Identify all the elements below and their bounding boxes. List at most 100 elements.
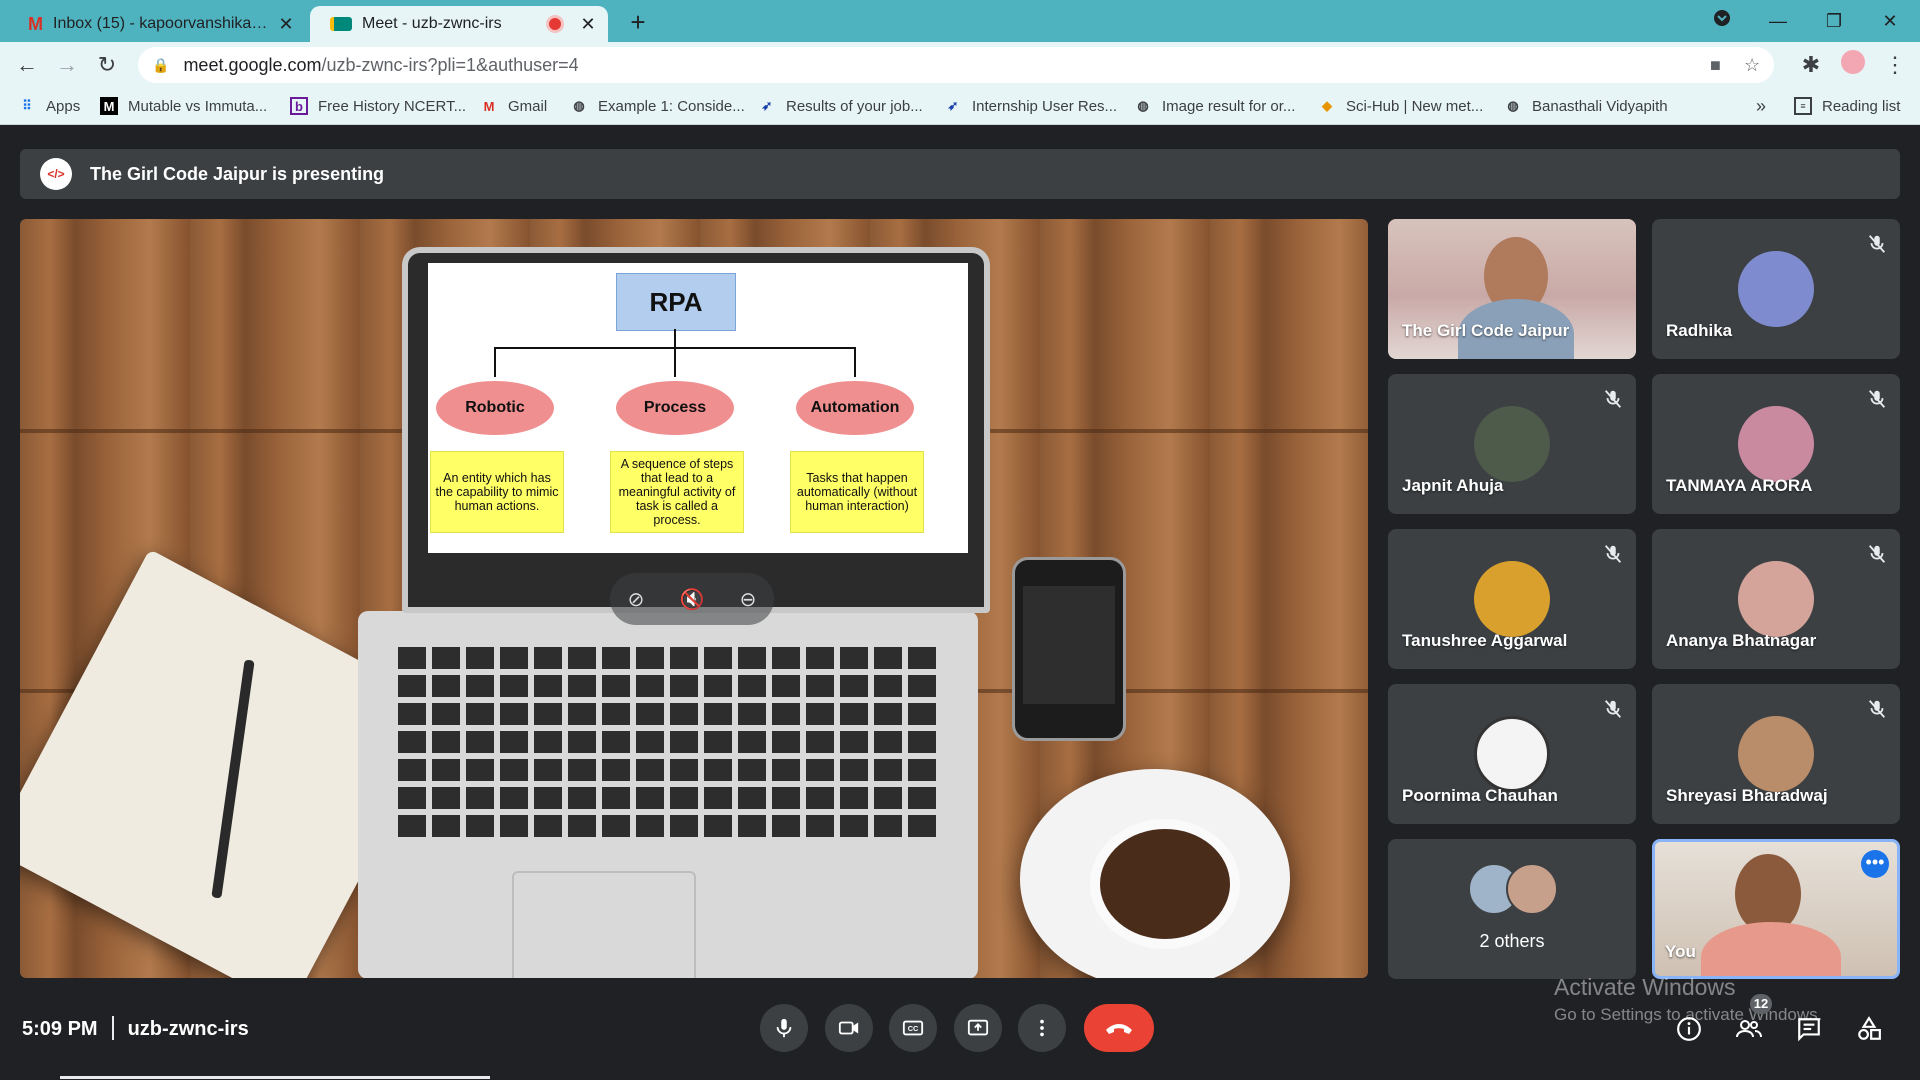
- self-view-tile[interactable]: ••• You: [1652, 839, 1900, 979]
- bookmark-item[interactable]: ◍ Image result for or...: [1134, 88, 1295, 124]
- browser-menu-icon[interactable]: ⋮: [1880, 50, 1910, 80]
- new-tab-button[interactable]: +: [622, 6, 654, 38]
- bookmark-b-icon: b: [290, 97, 308, 115]
- tab-search-icon[interactable]: [1702, 6, 1742, 36]
- svg-text:CC: CC: [908, 1024, 919, 1033]
- self-options-icon[interactable]: •••: [1861, 850, 1889, 878]
- presentation-overlay-controls: ⊘ 🔇 ⊖: [610, 573, 774, 625]
- close-tab-icon[interactable]: ✕: [276, 14, 296, 35]
- profile-avatar[interactable]: [1838, 50, 1868, 80]
- globe-icon: ◍: [573, 98, 585, 113]
- rpa-slide: RPA Robotic Process Automation An entity…: [428, 263, 968, 553]
- close-window-icon[interactable]: ✕: [1870, 6, 1910, 36]
- phone-image: [1012, 557, 1126, 741]
- bookmark-item[interactable]: ➶ Internship User Res...: [944, 88, 1118, 124]
- camera-icon: [838, 1021, 859, 1035]
- present-icon: [967, 1019, 989, 1036]
- bookmarks-overflow-button[interactable]: »: [1756, 88, 1766, 124]
- bookmark-label: Results of your job...: [786, 97, 923, 115]
- participant-name: Poornima Chauhan: [1402, 786, 1558, 805]
- people-icon: [1736, 1020, 1762, 1038]
- mic-off-icon: [1868, 390, 1886, 408]
- bookmark-item[interactable]: ◍ Banasthali Vidyapith: [1504, 88, 1667, 124]
- people-button[interactable]: [1734, 1014, 1764, 1044]
- avatar: [1738, 716, 1814, 792]
- avatar: [1738, 561, 1814, 637]
- camera-in-use-icon[interactable]: ■: [1710, 55, 1721, 76]
- bookmark-label: Example 1: Conside...: [598, 97, 745, 115]
- address-bar[interactable]: 🔒 meet.google.com/uzb-zwnc-irs?pli=1&aut…: [138, 47, 1774, 83]
- bookmark-apps[interactable]: ⠿ Apps: [18, 88, 80, 124]
- bookmark-item[interactable]: M Mutable vs Immuta...: [100, 88, 267, 124]
- url-host: meet.google.com: [183, 54, 322, 75]
- chat-icon: [1798, 1018, 1820, 1042]
- more-vert-icon: [1040, 1019, 1044, 1037]
- phone-screen: [1023, 586, 1115, 704]
- participant-tile[interactable]: Radhika: [1652, 219, 1900, 359]
- chat-button[interactable]: [1794, 1014, 1824, 1044]
- coffee: [1090, 819, 1240, 949]
- mic-off-icon: [1868, 235, 1886, 253]
- back-icon[interactable]: ←: [12, 50, 42, 80]
- info-icon: [1677, 1017, 1701, 1041]
- note-process: A sequence of steps that lead to a meani…: [610, 451, 744, 533]
- participant-tile[interactable]: Poornima Chauhan: [1388, 684, 1636, 824]
- apps-grid-icon: ⠿: [22, 98, 32, 113]
- bookmark-label: Image result for or...: [1162, 97, 1296, 115]
- watermark-line1: Activate Windows: [1554, 974, 1736, 1000]
- gmail-icon: M: [28, 13, 43, 34]
- bookmark-star-icon[interactable]: ☆: [1744, 55, 1760, 76]
- remove-icon[interactable]: ⊖: [740, 587, 757, 612]
- minimize-icon[interactable]: —: [1758, 6, 1798, 36]
- medium-icon: M: [100, 97, 118, 115]
- scihub-icon: ◆: [1322, 98, 1332, 113]
- leave-call-button[interactable]: [1084, 1004, 1154, 1052]
- microphone-icon: [776, 1018, 792, 1038]
- bookmark-item[interactable]: ◆ Sci-Hub | New met...: [1318, 88, 1483, 124]
- participant-tile[interactable]: Japnit Ahuja: [1388, 374, 1636, 514]
- bookmark-item[interactable]: ➶ Results of your job...: [758, 88, 923, 124]
- self-label: You: [1665, 942, 1696, 961]
- mic-off-icon: [1868, 700, 1886, 718]
- participant-tile[interactable]: Tanushree Aggarwal: [1388, 529, 1636, 669]
- participant-name: Tanushree Aggarwal: [1402, 631, 1568, 650]
- avatar: [1474, 406, 1550, 482]
- participant-tile[interactable]: TANMAYA ARORA: [1652, 374, 1900, 514]
- tab-gmail-inbox[interactable]: M Inbox (15) - kapoorvanshika000@ ✕: [8, 6, 306, 42]
- participant-tile[interactable]: Shreyasi Bharadwaj: [1652, 684, 1900, 824]
- bookmark-label: Apps: [46, 97, 81, 115]
- bookmark-item[interactable]: b Free History NCERT...: [290, 88, 466, 124]
- avatar: [1738, 251, 1814, 327]
- laptop-base-image: [358, 611, 978, 978]
- activities-icon: [1858, 1016, 1881, 1040]
- tab-meet[interactable]: Meet - uzb-zwnc-irs ✕: [310, 6, 608, 42]
- forward-icon[interactable]: →: [52, 50, 82, 80]
- globe-icon: ◍: [1507, 98, 1519, 113]
- url-text: meet.google.com/uzb-zwnc-irs?pli=1&authu…: [183, 55, 578, 76]
- avatar: [1474, 716, 1550, 792]
- participant-tile[interactable]: Ananya Bhatnagar: [1652, 529, 1900, 669]
- activities-button[interactable]: [1854, 1014, 1884, 1044]
- reading-list-button[interactable]: ≡ Reading list: [1794, 88, 1900, 124]
- present-now-button[interactable]: [954, 1004, 1002, 1052]
- reload-icon[interactable]: ↻: [92, 50, 122, 80]
- microphone-button[interactable]: [760, 1004, 808, 1052]
- more-options-button[interactable]: [1018, 1004, 1066, 1052]
- pin-off-icon[interactable]: ⊘: [628, 587, 645, 612]
- participant-count-badge: 12: [1750, 994, 1772, 1014]
- mute-audio-icon[interactable]: 🔇: [680, 587, 705, 612]
- others-tile[interactable]: 2 others: [1388, 839, 1636, 979]
- bookmark-item[interactable]: M Gmail: [480, 88, 548, 124]
- camera-button[interactable]: [825, 1004, 873, 1052]
- bookmark-item[interactable]: ◍ Example 1: Conside...: [570, 88, 745, 124]
- participant-tile-presenter[interactable]: The Girl Code Jaipur: [1388, 219, 1636, 359]
- mic-off-icon: [1604, 390, 1622, 408]
- extensions-icon[interactable]: ✱: [1796, 50, 1826, 80]
- meeting-details-button[interactable]: [1674, 1014, 1704, 1044]
- self-shoulders: [1701, 922, 1841, 976]
- girl-code-logo: </>: [40, 158, 72, 190]
- captions-button[interactable]: CC: [889, 1004, 937, 1052]
- close-tab-icon[interactable]: ✕: [578, 14, 598, 35]
- bottom-scroll-indicator: [60, 1076, 490, 1079]
- restore-icon[interactable]: ❐: [1814, 6, 1854, 36]
